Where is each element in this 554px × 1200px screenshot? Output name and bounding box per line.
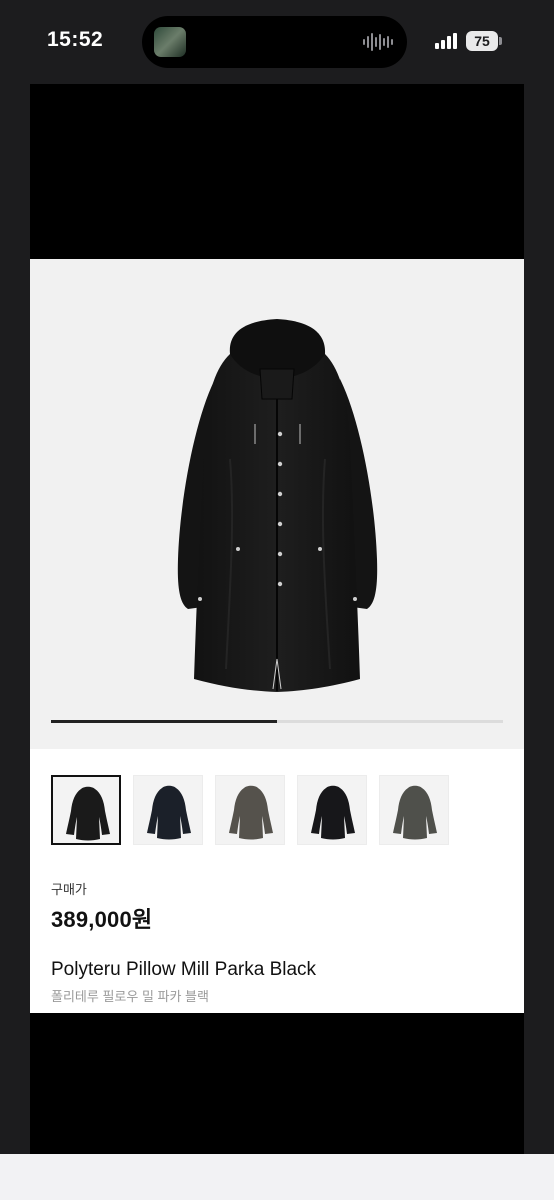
thumbnail-image bbox=[229, 785, 273, 840]
battery-icon: 75 bbox=[466, 31, 502, 51]
product-name-korean: 폴리테루 필로우 밀 파카 블랙 bbox=[51, 989, 209, 1004]
product-image bbox=[177, 319, 378, 692]
thumbnail-image bbox=[393, 785, 437, 840]
battery-level: 75 bbox=[466, 31, 498, 51]
product-image-carousel[interactable] bbox=[30, 259, 524, 749]
price-value: 389,000원 bbox=[51, 907, 153, 932]
product-card: 구매가 389,000원 Polyteru Pillow Mill Parka … bbox=[30, 259, 524, 1013]
thumbnail-parka-black-alt[interactable] bbox=[297, 775, 367, 845]
cellular-signal-icon bbox=[435, 33, 457, 49]
thumbnail-image bbox=[66, 786, 110, 841]
thumbnail-parka-olive-grey[interactable] bbox=[379, 775, 449, 845]
thumbnail-image bbox=[147, 785, 191, 840]
thumbnail-parka-black[interactable] bbox=[51, 775, 121, 845]
thumbnail-parka-charcoal[interactable] bbox=[215, 775, 285, 845]
dynamic-island[interactable] bbox=[142, 16, 407, 68]
thumbnail-parka-navy[interactable] bbox=[133, 775, 203, 845]
status-time: 15:52 bbox=[47, 28, 104, 51]
bottom-bar bbox=[0, 1154, 554, 1200]
letterbox-bottom bbox=[30, 1013, 524, 1154]
status-bar: 15:52 75 bbox=[0, 0, 554, 84]
carousel-progress-fill bbox=[51, 720, 277, 723]
audio-waveform-icon bbox=[363, 33, 393, 51]
side-margin-right bbox=[524, 84, 554, 1154]
now-playing-artwork[interactable] bbox=[154, 27, 186, 57]
product-name: Polyteru Pillow Mill Parka Black bbox=[51, 959, 317, 980]
letterbox-top bbox=[30, 84, 524, 259]
price-label: 구매가 bbox=[51, 882, 87, 897]
carousel-progress-track bbox=[51, 720, 503, 723]
thumbnail-image bbox=[311, 785, 355, 840]
side-margin-left bbox=[0, 84, 30, 1154]
